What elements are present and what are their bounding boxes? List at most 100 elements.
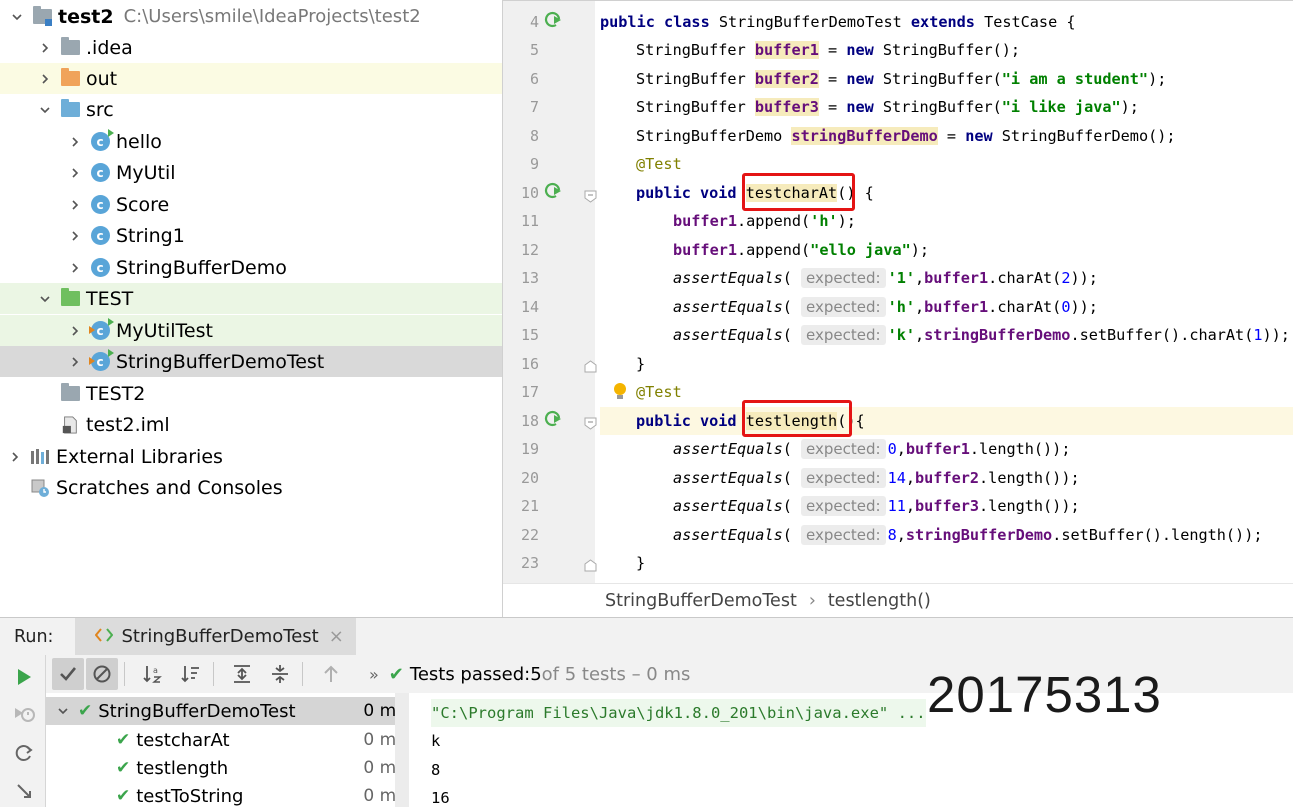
- tree-item-out[interactable]: out: [0, 63, 502, 94]
- run-tab-title: StringBufferDemoTest: [121, 626, 319, 647]
- tree-item-label: hello: [116, 130, 162, 153]
- chevron-right-icon[interactable]: [68, 355, 82, 369]
- chevron-right-icon[interactable]: [68, 135, 82, 149]
- tree-item-label: test2.iml: [86, 413, 170, 436]
- line-number: 6: [529, 70, 539, 88]
- chevron-right-icon[interactable]: [68, 261, 82, 275]
- chevron-right-icon[interactable]: [68, 229, 82, 243]
- code-line-13: assertEquals( expected: '1',buffer1.charA…: [673, 268, 1098, 288]
- restore-layout-icon[interactable]: [12, 779, 36, 803]
- code-line-12: buffer1.append("ello java");: [673, 241, 930, 259]
- test-case-row[interactable]: ✔ testcharAt 0 ms: [46, 726, 408, 754]
- tree-item-stringbufferdemotest[interactable]: c StringBufferDemoTest: [0, 346, 502, 377]
- tree-item-label: TEST: [86, 287, 134, 310]
- tree-item-idea[interactable]: .idea: [0, 32, 502, 63]
- console-line: k: [431, 732, 441, 750]
- chevron-right-icon[interactable]: [68, 198, 82, 212]
- run-test-method-icon[interactable]: [543, 181, 563, 201]
- code-editor[interactable]: 4 5 6 7 8 9 10 11 12 13 14 15 16 17 18 1…: [503, 0, 1293, 583]
- code-line-6: StringBuffer buffer2 = new StringBuffer(…: [636, 70, 1167, 88]
- run-test-class-icon[interactable]: [543, 10, 563, 30]
- parameter-hint: expected:: [801, 496, 886, 516]
- sort-alphabetically-icon[interactable]: a: [137, 658, 169, 690]
- fold-open-icon[interactable]: [584, 187, 597, 203]
- tree-item-myutil[interactable]: c MyUtil: [0, 157, 502, 188]
- tree-item-hello[interactable]: c hello: [0, 126, 502, 157]
- tree-item-test2-iml[interactable]: test2.iml: [0, 409, 502, 440]
- previous-failed-icon[interactable]: [315, 658, 347, 690]
- tree-item-src[interactable]: src: [0, 94, 502, 125]
- class-icon: c: [90, 163, 110, 182]
- chevron-right-icon[interactable]: [68, 166, 82, 180]
- libraries-icon: [30, 448, 50, 466]
- line-number: 7: [529, 98, 539, 116]
- close-icon[interactable]: ×: [329, 626, 344, 647]
- sort-by-duration-icon[interactable]: [175, 658, 207, 690]
- svg-text:a: a: [153, 666, 158, 675]
- code-line-21: assertEquals( expected: 11,buffer3.length…: [673, 496, 1080, 516]
- line-number: 21: [520, 497, 539, 515]
- class-icon: c: [90, 226, 110, 245]
- results-scrollbar[interactable]: [395, 693, 409, 807]
- breadcrumb-method[interactable]: testlength(): [828, 591, 931, 611]
- test-config-icon: [95, 626, 114, 647]
- excluded-folder-icon: [60, 68, 80, 88]
- check-icon: ✔: [388, 663, 404, 685]
- folder-icon: [60, 383, 80, 403]
- test-suite-row[interactable]: ✔ StringBufferDemoTest 0 ms: [46, 697, 408, 725]
- run-side-toolbar: [0, 655, 46, 807]
- line-number: 10: [520, 184, 539, 202]
- expand-all-icon[interactable]: [226, 658, 258, 690]
- tree-item-myutiltest[interactable]: c MyUtilTest: [0, 315, 502, 346]
- code-line-8: StringBufferDemo stringBufferDemo = new …: [636, 127, 1176, 145]
- tree-item-stringbufferdemo[interactable]: c StringBufferDemo: [0, 252, 502, 283]
- tree-item-score[interactable]: c Score: [0, 189, 502, 220]
- highlight-box-testcharat: [742, 173, 855, 211]
- line-number: 18: [520, 412, 539, 430]
- run-label: Run:: [14, 626, 54, 647]
- passed-icon: ✔: [116, 730, 131, 750]
- tree-item-test2-folder[interactable]: TEST2: [0, 378, 502, 409]
- test-name: testlength: [136, 757, 229, 779]
- toggle-auto-test-icon[interactable]: [12, 741, 36, 765]
- more-actions-chevron[interactable]: »: [369, 665, 379, 684]
- chevron-down-icon[interactable]: [10, 10, 24, 24]
- student-id-watermark: 20175313: [927, 666, 1162, 723]
- run-tab[interactable]: StringBufferDemoTest ×: [75, 617, 356, 656]
- chevron-down-icon[interactable]: [56, 704, 70, 718]
- parameter-hint: expected:: [801, 297, 886, 317]
- run-test-method-icon[interactable]: [543, 409, 563, 429]
- chevron-down-icon[interactable]: [38, 103, 52, 117]
- line-number: 4: [529, 13, 539, 31]
- tree-item-project-root[interactable]: test2 C:\Users\smile\IdeaProjects\test2: [0, 1, 502, 32]
- rerun-failed-icon[interactable]: [12, 703, 36, 727]
- collapse-all-icon[interactable]: [264, 658, 296, 690]
- breadcrumb-class[interactable]: StringBufferDemoTest: [605, 591, 797, 611]
- fold-open-icon[interactable]: [584, 414, 597, 430]
- line-number: 9: [529, 155, 539, 173]
- tests-passed-label: Tests passed:: [409, 663, 531, 685]
- fold-close-icon[interactable]: [584, 357, 597, 373]
- tree-item-label: out: [86, 67, 118, 90]
- test-case-row[interactable]: ✔ testToString 0 ms: [46, 782, 408, 807]
- tree-item-string1[interactable]: c String1: [0, 220, 502, 251]
- chevron-right-icon[interactable]: [68, 324, 82, 338]
- module-folder-icon: [32, 6, 52, 26]
- tree-item-external-libraries[interactable]: External Libraries: [0, 441, 502, 472]
- tree-item-scratches[interactable]: Scratches and Consoles: [0, 472, 502, 503]
- chevron-right-icon[interactable]: [38, 41, 52, 55]
- show-passed-button[interactable]: [52, 658, 84, 690]
- line-number: 20: [520, 469, 539, 487]
- fold-close-icon[interactable]: [584, 556, 597, 572]
- code-line-9: @Test: [636, 155, 682, 173]
- rerun-icon[interactable]: [12, 665, 36, 689]
- test-case-row[interactable]: ✔ testlength 0 ms: [46, 754, 408, 782]
- highlight-box-testlength: [742, 400, 852, 437]
- chevron-right-icon[interactable]: [8, 450, 22, 464]
- chevron-right-icon[interactable]: [38, 72, 52, 86]
- test-name: StringBufferDemoTest: [98, 700, 296, 722]
- line-number: 13: [520, 269, 539, 287]
- show-ignored-button[interactable]: [86, 658, 118, 690]
- tree-item-test-folder[interactable]: TEST: [0, 283, 502, 314]
- chevron-down-icon[interactable]: [38, 292, 52, 306]
